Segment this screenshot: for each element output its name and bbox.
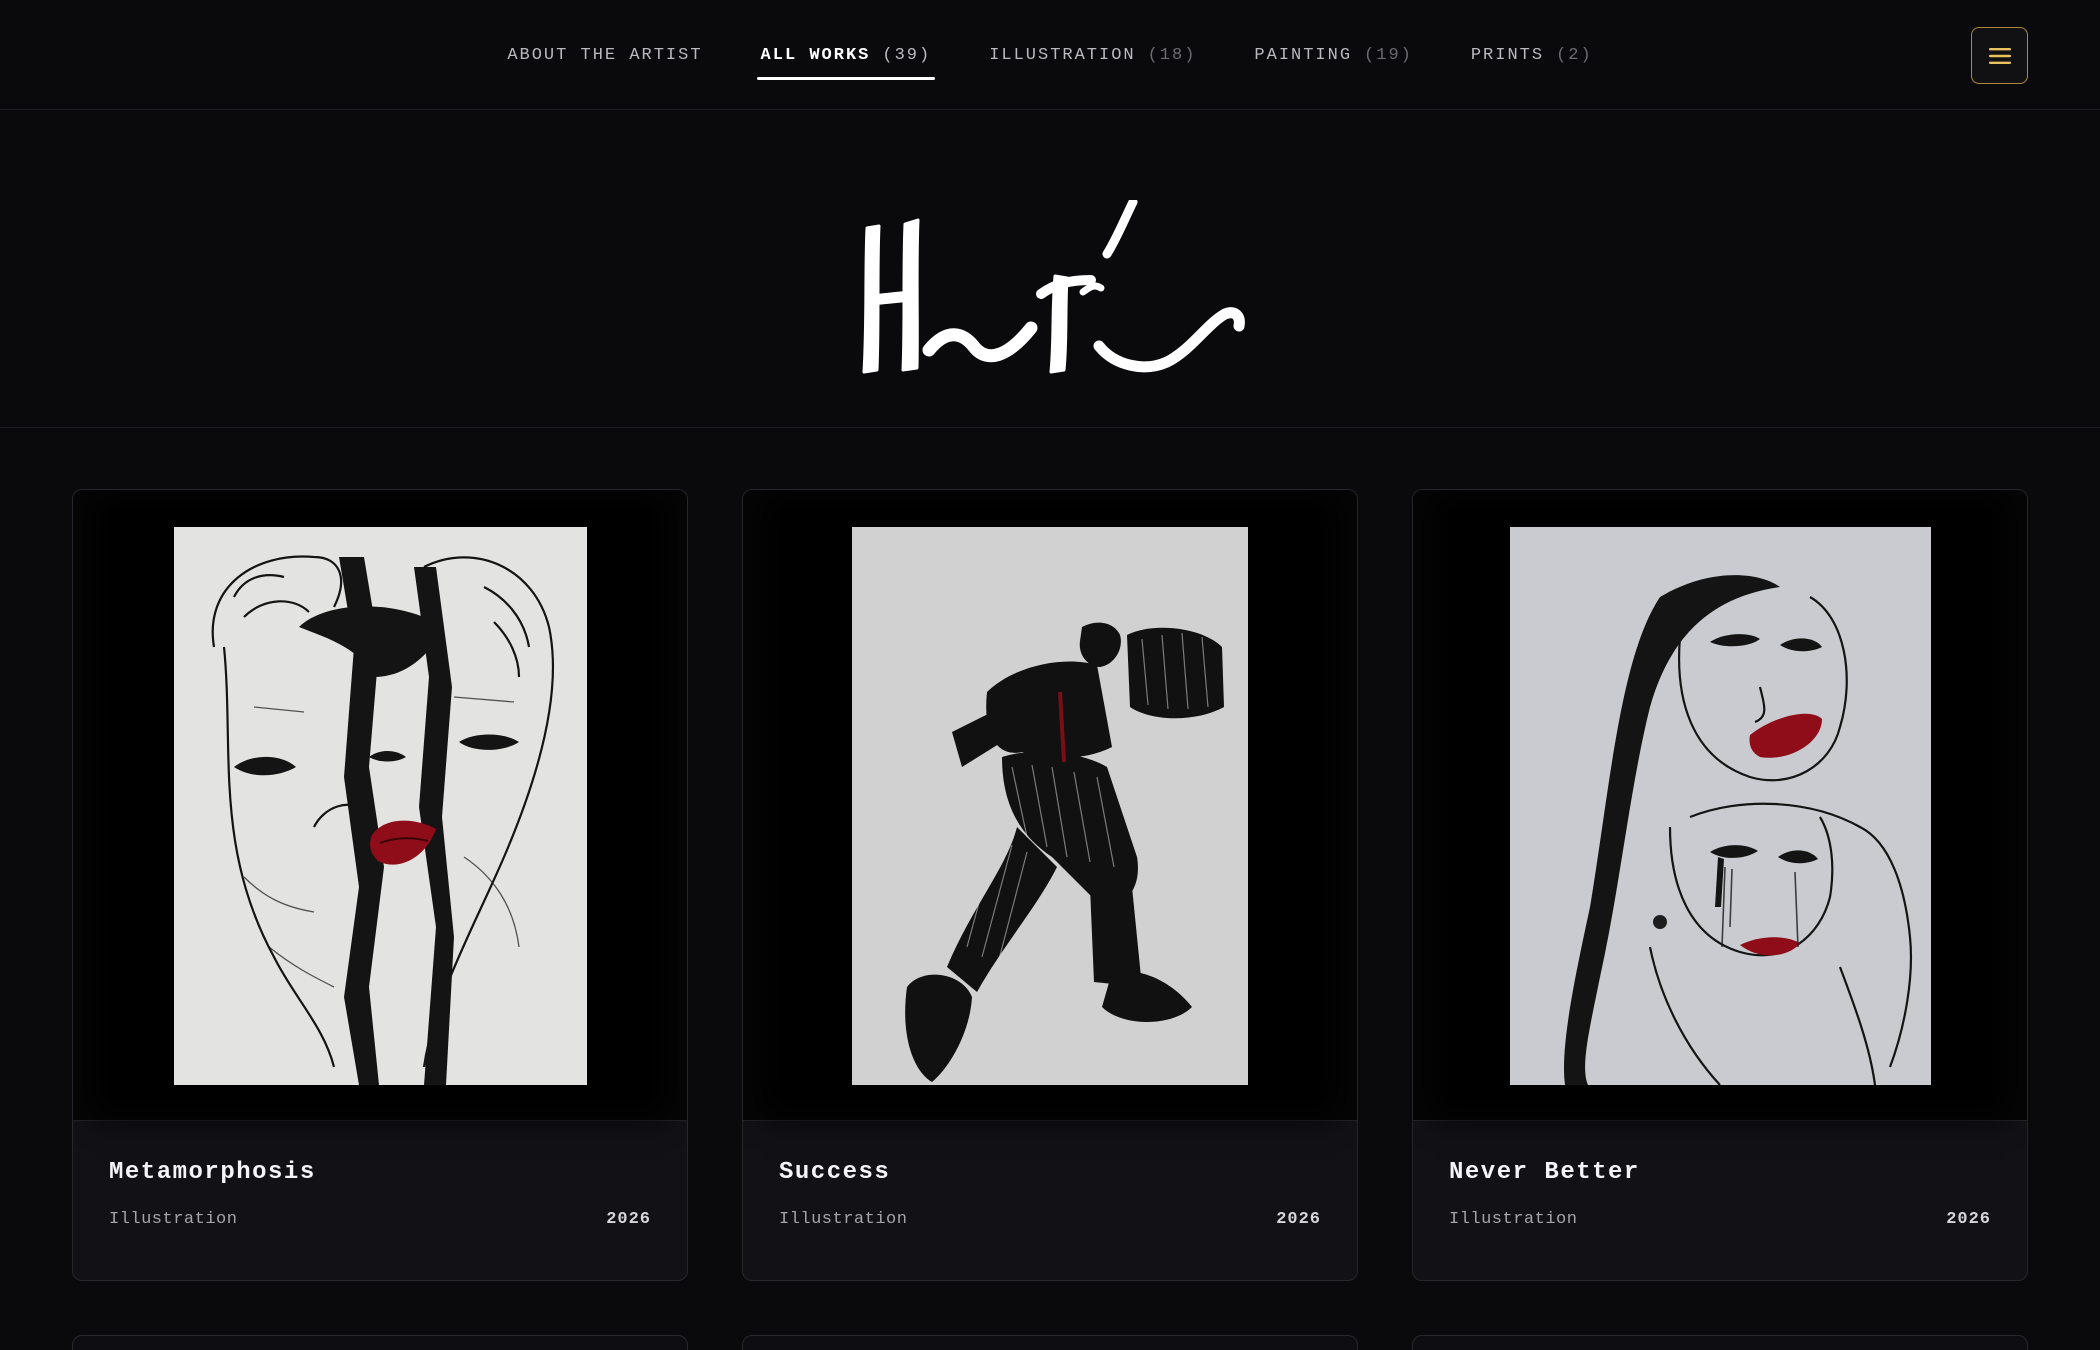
success-drawing <box>852 527 1248 1085</box>
work-year: 2026 <box>1276 1210 1321 1229</box>
tab-label: PAINTING <box>1254 45 1353 65</box>
artwork-image[interactable] <box>174 527 587 1085</box>
tab-count: (18) <box>1147 45 1197 65</box>
tab-label: ABOUT THE ARTIST <box>507 45 703 65</box>
work-title: Success <box>779 1159 891 1186</box>
work-info: Metamorphosis Illustration 2026 <box>73 1121 687 1280</box>
work-category: Illustration <box>779 1210 908 1229</box>
work-year: 2026 <box>606 1210 651 1229</box>
artwork-frame <box>73 490 687 1121</box>
work-title: Metamorphosis <box>109 1159 316 1186</box>
metamorphosis-drawing <box>174 527 587 1085</box>
tab-all-works[interactable]: ALL WORKS (39) <box>756 0 936 110</box>
tab-count: (19) <box>1364 45 1413 65</box>
work-year: 2026 <box>1946 1210 1991 1229</box>
work-card-peek[interactable] <box>742 1335 1358 1350</box>
category-tabs: ABOUT THE ARTIST ALL WORKS (39) ILLUSTRA… <box>0 0 2100 110</box>
work-info: Never Better Illustration 2026 <box>1413 1121 2027 1280</box>
tab-painting[interactable]: PAINTING (19) <box>1250 0 1416 110</box>
work-card-success[interactable]: Success Illustration 2026 <box>742 489 1358 1281</box>
tab-count: (2) <box>1556 45 1593 65</box>
top-nav: ABOUT THE ARTIST ALL WORKS (39) ILLUSTRA… <box>0 0 2100 110</box>
work-category: Illustration <box>109 1210 238 1229</box>
brush-signature-logo[interactable] <box>855 200 1245 380</box>
tab-about-the-artist[interactable]: ABOUT THE ARTIST <box>503 0 706 110</box>
work-title: Never Better <box>1449 1159 1640 1186</box>
work-card-never-better[interactable]: Never Better Illustration 2026 <box>1412 489 2028 1281</box>
tab-label: PRINTS <box>1470 45 1545 65</box>
tab-prints[interactable]: PRINTS (2) <box>1467 0 1597 110</box>
tab-label: ILLUSTRATION <box>989 45 1136 65</box>
hamburger-icon <box>1988 47 2011 64</box>
work-category: Illustration <box>1449 1210 1578 1229</box>
never-better-drawing <box>1510 527 1931 1085</box>
tab-label: ALL WORKS <box>760 45 871 65</box>
work-card-metamorphosis[interactable]: Metamorphosis Illustration 2026 <box>72 489 688 1281</box>
hero-banner <box>0 110 2100 428</box>
menu-button[interactable] <box>1971 27 2028 84</box>
artwork-frame <box>1413 490 2027 1121</box>
tab-count: (39) <box>882 45 932 65</box>
work-card-peek[interactable] <box>1412 1335 2028 1350</box>
artwork-frame <box>743 490 1357 1121</box>
artwork-image[interactable] <box>1510 527 1931 1085</box>
tab-illustration[interactable]: ILLUSTRATION (18) <box>985 0 1200 110</box>
work-info: Success Illustration 2026 <box>743 1121 1357 1280</box>
work-card-peek[interactable] <box>72 1335 688 1350</box>
artwork-image[interactable] <box>852 527 1248 1085</box>
